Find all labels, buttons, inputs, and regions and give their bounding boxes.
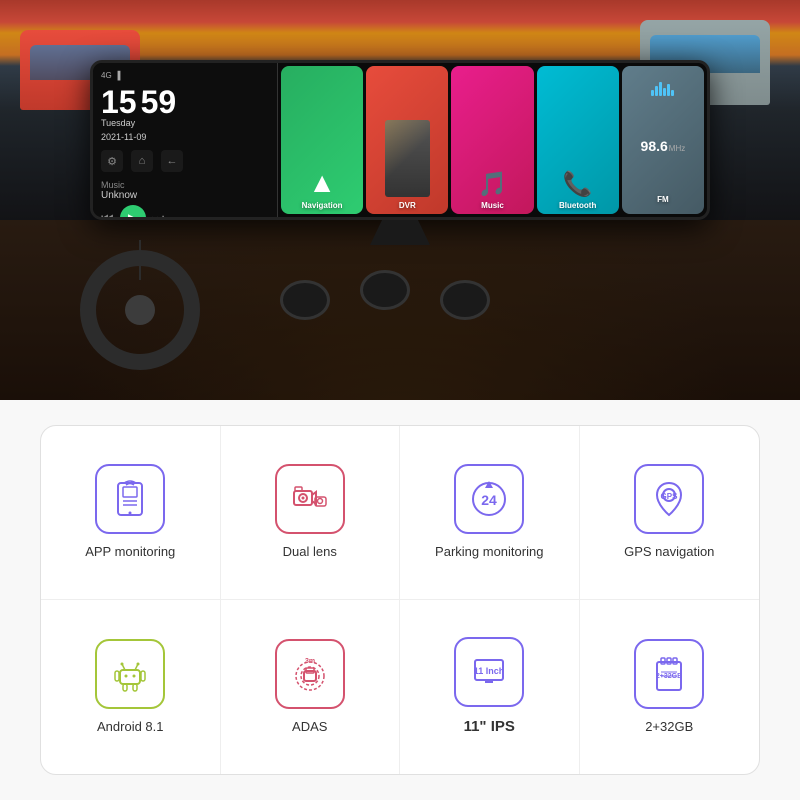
- feature-dual-lens: Dual lens: [221, 426, 401, 600]
- fm-section: 98.6 MHz FM: [637, 70, 690, 210]
- device-container: 4G ▐ 15 59 Tuesday 2021-11-09 ⚙ ⌂ ←: [90, 60, 710, 220]
- steering-wheel: [80, 250, 200, 370]
- fm-bar-6: [671, 90, 674, 96]
- time-hours: 15: [101, 86, 137, 118]
- storage-label: 2+32GB: [645, 719, 693, 736]
- adas-label: ADAS: [292, 719, 327, 736]
- svg-text:11 Inch: 11 Inch: [474, 666, 505, 676]
- feature-android: Android 8.1: [41, 600, 221, 774]
- features-section: APP monitoring Dual lens: [0, 400, 800, 800]
- android-label: Android 8.1: [97, 719, 164, 736]
- android-icon-box: [95, 639, 165, 709]
- status-bar: 4G ▐: [101, 71, 269, 80]
- parking-icon-box: 24: [454, 464, 524, 534]
- feature-adas: 3m ADAS: [221, 600, 401, 774]
- feature-11ips: 11 Inch 11" IPS: [400, 600, 580, 774]
- music-tile-label: Music: [481, 201, 504, 210]
- dvr-image: [385, 120, 430, 197]
- date-day: Tuesday: [101, 118, 269, 128]
- dashboard-photo: 4G ▐ 15 59 Tuesday 2021-11-09 ⚙ ⌂ ←: [0, 0, 800, 400]
- 11ips-label: 11" IPS: [464, 717, 515, 737]
- dvr-tile[interactable]: DVR: [366, 66, 448, 214]
- fm-waves: [651, 76, 674, 96]
- device-app-grid: ▲ Navigation DVR 🎵 Music 📞 Bluetooth: [278, 63, 707, 217]
- nav-tile[interactable]: ▲ Navigation: [281, 66, 363, 214]
- parking-monitoring-icon: 24: [469, 479, 509, 519]
- time-minutes: 59: [141, 86, 177, 118]
- music-label: Music: [101, 180, 269, 190]
- battery-icon: ▐: [115, 71, 121, 80]
- mirror-device: 4G ▐ 15 59 Tuesday 2021-11-09 ⚙ ⌂ ←: [90, 60, 710, 220]
- bt-tile[interactable]: 📞 Bluetooth: [537, 66, 619, 214]
- music-tile-icon: 🎵: [478, 170, 508, 199]
- parking-monitoring-label: Parking monitoring: [435, 544, 543, 561]
- nav-label: Navigation: [302, 201, 343, 210]
- gps-label: GPS navigation: [624, 544, 714, 561]
- fm-label: FM: [657, 195, 669, 204]
- music-tile[interactable]: 🎵 Music: [451, 66, 533, 214]
- fm-bar-4: [663, 88, 666, 96]
- status-icons: 4G ▐: [101, 71, 120, 80]
- 11inch-icon-box: 11 Inch: [454, 637, 524, 707]
- nav-icon: ▲: [308, 167, 336, 199]
- storage-icon-box: 2+32GB: [634, 639, 704, 709]
- vent-1: [280, 280, 330, 320]
- fm-frequency: 98.6: [641, 138, 668, 154]
- fm-bar-2: [655, 86, 658, 96]
- features-card: APP monitoring Dual lens: [40, 425, 760, 775]
- back-icon[interactable]: ←: [161, 150, 183, 172]
- svg-text:GPS: GPS: [661, 492, 679, 501]
- fm-bar-5: [667, 84, 670, 96]
- music-section: Music Unknow ⏮ ▶ ⏭: [101, 180, 269, 220]
- app-monitoring-icon: [110, 479, 150, 519]
- fm-hz: MHz: [669, 144, 685, 153]
- feature-gps: GPS GPS navigation: [580, 426, 760, 600]
- svg-text:24: 24: [481, 492, 497, 508]
- bt-label: Bluetooth: [559, 201, 596, 210]
- android-icon: [110, 654, 150, 694]
- fm-bar-1: [651, 90, 654, 96]
- prev-button[interactable]: ⏮: [101, 210, 114, 221]
- next-button[interactable]: ⏭: [152, 210, 165, 221]
- app-monitoring-label: APP monitoring: [85, 544, 175, 561]
- dual-lens-icon: [290, 479, 330, 519]
- time-display: 15 59: [101, 86, 269, 118]
- gps-icon-box: GPS: [634, 464, 704, 534]
- fm-tile[interactable]: 98.6 MHz FM: [622, 66, 704, 214]
- app-monitoring-icon-box: [95, 464, 165, 534]
- play-button[interactable]: ▶: [120, 205, 146, 220]
- fm-bar-3: [659, 82, 662, 96]
- home-icon[interactable]: ⌂: [131, 150, 153, 172]
- vent-2: [360, 270, 410, 310]
- vent-3: [440, 280, 490, 320]
- music-controls: ⏮ ▶ ⏭: [101, 205, 269, 220]
- adas-icon: 3m: [290, 654, 330, 694]
- bt-icon: 📞: [563, 170, 593, 199]
- storage-icon: 2+32GB: [649, 654, 689, 694]
- adas-icon-box: 3m: [275, 639, 345, 709]
- settings-icon[interactable]: ⚙: [101, 150, 123, 172]
- dual-lens-icon-box: [275, 464, 345, 534]
- svg-text:3m: 3m: [305, 658, 315, 665]
- gps-icon: GPS: [649, 479, 689, 519]
- signal-icon: 4G: [101, 71, 112, 80]
- dual-lens-label: Dual lens: [283, 544, 337, 561]
- feature-storage: 2+32GB 2+32GB: [580, 600, 760, 774]
- dvr-label: DVR: [399, 201, 416, 210]
- device-left-panel: 4G ▐ 15 59 Tuesday 2021-11-09 ⚙ ⌂ ←: [93, 63, 278, 217]
- music-track: Unknow: [101, 190, 269, 201]
- date-full: 2021-11-09: [101, 132, 269, 142]
- feature-app-monitoring: APP monitoring: [41, 426, 221, 600]
- 11inch-icon: 11 Inch: [469, 652, 509, 692]
- feature-parking-monitoring: 24 Parking monitoring: [400, 426, 580, 600]
